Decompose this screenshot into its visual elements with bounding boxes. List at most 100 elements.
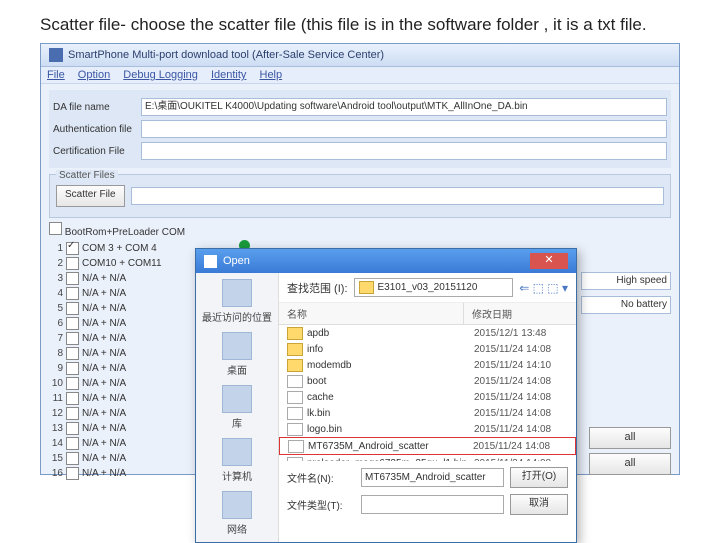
port-num: 10: [49, 378, 63, 389]
file-row[interactable]: info2015/11/24 14:08: [279, 341, 576, 357]
file-name: logo.bin: [307, 424, 474, 435]
menu-file[interactable]: File: [47, 69, 65, 81]
port-checkbox[interactable]: [66, 407, 79, 420]
port-num: 8: [49, 348, 63, 359]
file-name: modemdb: [307, 360, 474, 371]
speed-select[interactable]: High speed: [581, 272, 671, 290]
file-row[interactable]: cache2015/11/24 14:08: [279, 389, 576, 405]
file-date: 2015/11/24 14:08: [474, 376, 576, 387]
place-item[interactable]: 桌面: [222, 332, 252, 377]
auth-input[interactable]: [141, 120, 667, 138]
close-icon[interactable]: ✕: [530, 253, 568, 269]
menu-help[interactable]: Help: [260, 69, 283, 81]
all-button-1[interactable]: all: [589, 427, 671, 449]
port-num: 13: [49, 423, 63, 434]
filetype-select[interactable]: [361, 495, 504, 514]
port-label: N/A + N/A: [82, 333, 126, 344]
file-icon: [287, 375, 303, 388]
places-sidebar: 最近访问的位置桌面库计算机网络: [196, 273, 279, 542]
port-checkbox[interactable]: [66, 287, 79, 300]
port-checkbox[interactable]: [66, 437, 79, 450]
scatter-group: Scatter Files Scatter File: [49, 174, 671, 218]
col-date[interactable]: 修改日期: [464, 303, 576, 324]
file-icon: [287, 457, 303, 462]
app-icon: [49, 48, 63, 62]
place-item[interactable]: 库: [222, 385, 252, 430]
menu-debug[interactable]: Debug Logging: [123, 69, 198, 81]
place-item[interactable]: 网络: [222, 491, 252, 536]
menu-option[interactable]: Option: [78, 69, 110, 81]
filename-label: 文件名(N):: [287, 470, 355, 485]
port-checkbox[interactable]: [66, 392, 79, 405]
file-row[interactable]: apdb2015/12/1 13:48: [279, 325, 576, 341]
open-dialog-icon: [204, 255, 217, 268]
lookin-toolbar: 查找范围 (I): E3101_v03_20151120 ⇐ ⬚ ⬚ ▾: [279, 273, 576, 303]
cert-label: Certification File: [53, 146, 141, 157]
file-row[interactable]: MT6735M_Android_scatter2015/11/24 14:08: [279, 437, 576, 455]
file-row[interactable]: boot2015/11/24 14:08: [279, 373, 576, 389]
file-name: preloader_magc6735m_35gu_l1.bin: [307, 458, 474, 462]
file-list-header: 名称 修改日期: [279, 303, 576, 325]
port-checkbox[interactable]: [66, 242, 79, 255]
port-label: N/A + N/A: [82, 408, 126, 419]
port-label: N/A + N/A: [82, 318, 126, 329]
lookin-select[interactable]: E3101_v03_20151120: [354, 278, 514, 297]
all-button-2[interactable]: all: [589, 453, 671, 475]
battery-select[interactable]: No battery: [581, 296, 671, 314]
file-row[interactable]: logo.bin2015/11/24 14:08: [279, 421, 576, 437]
file-row[interactable]: lk.bin2015/11/24 14:08: [279, 405, 576, 421]
port-checkbox[interactable]: [66, 332, 79, 345]
open-dialog-titlebar: Open ✕: [196, 249, 576, 273]
port-checkbox[interactable]: [66, 347, 79, 360]
port-num: 4: [49, 288, 63, 299]
port-label: N/A + N/A: [82, 303, 126, 314]
scatter-file-button[interactable]: Scatter File: [56, 185, 125, 207]
bootrom-checkbox[interactable]: [49, 222, 62, 235]
file-browser-main: 查找范围 (I): E3101_v03_20151120 ⇐ ⬚ ⬚ ▾ 名称 …: [279, 273, 576, 542]
place-item[interactable]: 最近访问的位置: [202, 279, 272, 324]
col-name[interactable]: 名称: [279, 303, 464, 324]
port-checkbox[interactable]: [66, 302, 79, 315]
file-name: lk.bin: [307, 408, 474, 419]
port-checkbox[interactable]: [66, 272, 79, 285]
file-date: 2015/11/24 14:08: [474, 424, 576, 435]
open-button[interactable]: 打开(O): [510, 467, 568, 488]
port-checkbox[interactable]: [66, 452, 79, 465]
filename-input[interactable]: MT6735M_Android_scatter: [361, 468, 504, 487]
port-label: N/A + N/A: [82, 348, 126, 359]
port-checkbox[interactable]: [66, 362, 79, 375]
port-checkbox[interactable]: [66, 257, 79, 270]
nav-buttons[interactable]: ⇐ ⬚ ⬚ ▾: [519, 281, 568, 295]
da-label: DA file name: [53, 102, 141, 113]
file-row[interactable]: preloader_magc6735m_35gu_l1.bin2015/11/2…: [279, 455, 576, 461]
port-num: 6: [49, 318, 63, 329]
scatter-group-title: Scatter Files: [56, 170, 118, 181]
place-item[interactable]: 计算机: [222, 438, 252, 483]
file-icon: [287, 407, 303, 420]
port-checkbox[interactable]: [66, 422, 79, 435]
instruction-text: Scatter file- choose the scatter file (t…: [0, 0, 720, 43]
file-name: info: [307, 344, 474, 355]
port-num: 9: [49, 363, 63, 374]
port-label: N/A + N/A: [82, 378, 126, 389]
port-label: N/A + N/A: [82, 393, 126, 404]
port-label: N/A + N/A: [82, 273, 126, 284]
file-name: cache: [307, 392, 474, 403]
cancel-button[interactable]: 取消: [510, 494, 568, 515]
port-checkbox[interactable]: [66, 317, 79, 330]
port-checkbox[interactable]: [66, 467, 79, 480]
menu-identity[interactable]: Identity: [211, 69, 246, 81]
cert-input[interactable]: [141, 142, 667, 160]
lookin-label: 查找范围 (I):: [287, 280, 348, 296]
file-icon: [287, 391, 303, 404]
port-label: N/A + N/A: [82, 363, 126, 374]
port-num: 7: [49, 333, 63, 344]
da-input[interactable]: E:\桌面\OUKITEL K4000\Updating software\An…: [141, 98, 667, 116]
port-label: N/A + N/A: [82, 438, 126, 449]
folder-icon: [359, 281, 374, 294]
file-row[interactable]: modemdb2015/11/24 14:10: [279, 357, 576, 373]
file-icon: [287, 423, 303, 436]
scatter-input[interactable]: [131, 187, 664, 205]
port-checkbox[interactable]: [66, 377, 79, 390]
menubar: File Option Debug Logging Identity Help: [41, 67, 679, 84]
